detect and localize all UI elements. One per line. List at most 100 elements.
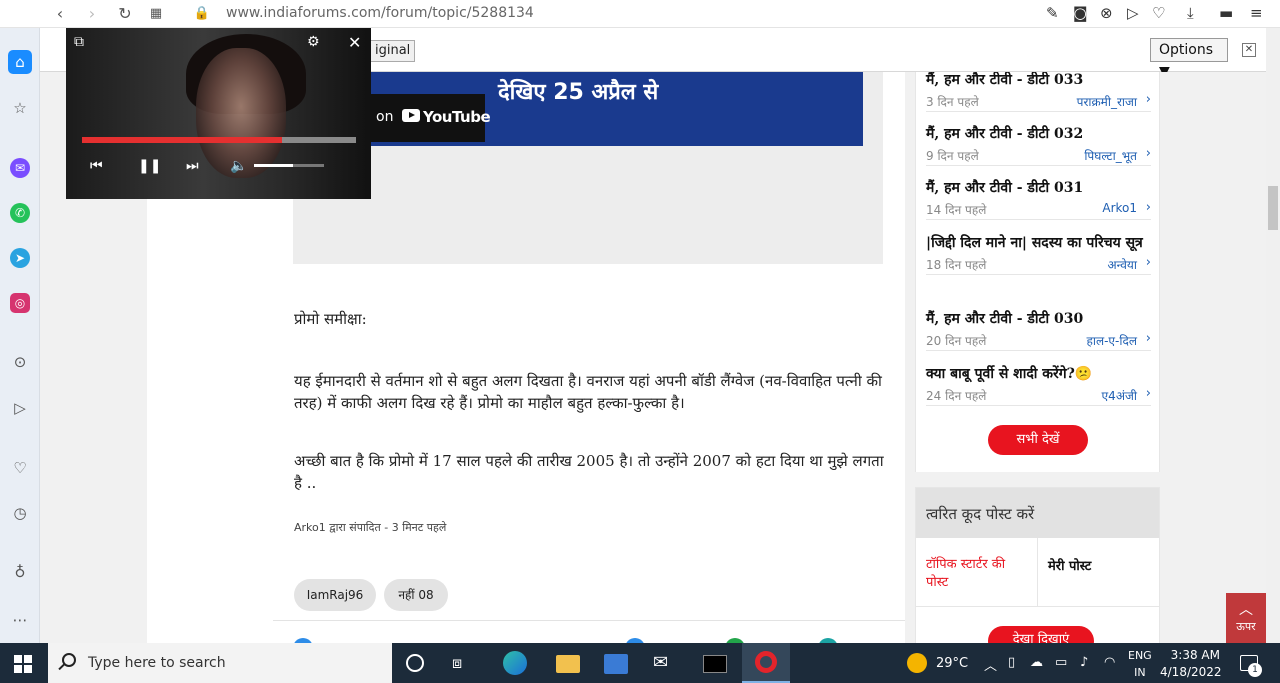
speed-dial-icon[interactable]: ☆ [8, 96, 32, 120]
windows-start-icon[interactable] [14, 655, 32, 673]
whatsapp-icon[interactable]: ✆ [10, 203, 30, 223]
tag-chip[interactable]: नहीं 08 [384, 579, 448, 611]
back-icon[interactable]: ‹ [50, 4, 70, 24]
chevron-right-icon[interactable]: › [1146, 92, 1151, 107]
show-original-button[interactable]: iginal [370, 40, 416, 62]
history-icon[interactable]: ◷ [8, 501, 32, 525]
store-icon[interactable] [604, 654, 628, 674]
task-view-icon[interactable]: ⧈ [452, 651, 476, 675]
volume-slider[interactable] [254, 164, 324, 167]
topic-title[interactable]: मैं, हम और टीवी - डीटी 031 [926, 178, 1151, 199]
show-posts-button[interactable]: देखा दिखाएं [988, 626, 1094, 643]
opera-taskbar-button[interactable] [742, 643, 790, 683]
telegram-icon[interactable]: ➤ [10, 248, 30, 268]
file-explorer-icon[interactable] [556, 655, 580, 673]
topic-title[interactable]: मैं, हम और टीवी - डीटी 032 [926, 124, 1151, 145]
tab-topic-starter[interactable]: टॉपिक स्टार्टर की पोस्ट [916, 538, 1038, 606]
battery-icon[interactable]: ▬ [1219, 4, 1233, 22]
flow-icon[interactable]: ▷ [8, 396, 32, 420]
cortana-icon[interactable] [406, 654, 424, 672]
taskbar-search-box[interactable]: Type here to search [48, 643, 392, 683]
chevron-right-icon[interactable]: › [1146, 146, 1151, 161]
topic-title[interactable]: मैं, हम और टीवी - डीटी 030 [926, 309, 1151, 330]
reload-icon[interactable]: ↻ [115, 4, 135, 24]
messenger-icon[interactable]: ✉ [10, 158, 30, 178]
clock[interactable]: 3:38 AM 4/18/2022 [1160, 647, 1222, 681]
divider [273, 620, 905, 621]
adblock-icon[interactable]: ⊗ [1100, 4, 1113, 22]
language-indicator[interactable]: ENG IN [1128, 647, 1152, 681]
youtube-icon [402, 109, 420, 122]
list-item[interactable]: क्या बाबू पूर्वी से शादी करेंगे?😕 24 दिन… [926, 364, 1151, 406]
volume-level [254, 164, 293, 167]
page-scrollbar[interactable] [1266, 28, 1280, 643]
scrollbar-thumb[interactable] [1268, 186, 1278, 230]
embedded-video-area: देखिए 25 अप्रैल से on YouTube [293, 72, 883, 264]
heart-icon[interactable]: ♡ [1152, 4, 1165, 22]
wifi-icon[interactable]: ◠ [1104, 655, 1115, 670]
previous-track-icon[interactable]: ⏮ [90, 158, 103, 174]
volume-icon[interactable]: 🔈 [230, 158, 247, 174]
more-icon[interactable]: ⋯ [8, 608, 32, 632]
phone-icon[interactable]: ▯ [1008, 655, 1015, 670]
scroll-top-button[interactable]: ︿ ऊपर [1226, 593, 1266, 643]
forward-icon[interactable]: › [82, 4, 102, 24]
see-all-button[interactable]: सभी देखें [988, 425, 1088, 455]
watch-on-youtube-button[interactable]: on YouTube [368, 94, 491, 142]
close-icon[interactable]: ✕ [348, 33, 361, 52]
cloud-icon[interactable]: ☁ [1030, 655, 1043, 670]
lang-region: IN [1134, 666, 1146, 679]
topic-author[interactable]: पिघल्टा_भूत [1084, 147, 1137, 164]
chevron-up-icon[interactable]: ︿ [984, 655, 997, 674]
volume-icon[interactable]: ♪ [1080, 655, 1088, 670]
close-translate-button[interactable]: ✕ [1242, 43, 1256, 57]
gear-icon[interactable]: ⚙ [307, 34, 320, 50]
chevron-right-icon[interactable]: › [1146, 386, 1151, 401]
chevron-right-icon[interactable]: › [1146, 255, 1151, 270]
translate-options-button[interactable]: Options ▼ [1150, 38, 1228, 80]
edge-icon[interactable] [503, 651, 527, 675]
chevron-right-icon[interactable]: › [1146, 331, 1151, 346]
popout-back-icon[interactable]: ⧉ [74, 34, 84, 50]
camera-icon[interactable]: ◙ [1073, 4, 1088, 22]
weather-icon[interactable] [907, 653, 927, 673]
topic-author[interactable]: अन्वेया [1108, 256, 1138, 273]
tabs-grid-icon[interactable]: ▦ [146, 4, 166, 24]
battery-icon[interactable]: ▭ [1055, 655, 1067, 670]
topic-title[interactable]: क्या बाबू पूर्वी से शादी करेंगे?😕 [926, 364, 1151, 385]
bookmarks-icon[interactable]: ♡ [8, 456, 32, 480]
list-item[interactable]: |जिद्दी दिल माने ना| सदस्य का परिचय सूत्… [926, 233, 1151, 275]
list-item[interactable]: मैं, हम और टीवी - डीटी 033 3 दिन पहले परा… [926, 72, 1151, 112]
tips-icon[interactable]: ♁ [8, 560, 32, 584]
youtube-wordmark: YouTube [423, 108, 491, 126]
temperature[interactable]: 29°C [936, 656, 968, 671]
mail-icon[interactable]: ✉ [653, 651, 677, 675]
tab-my-posts[interactable]: मेरी पोस्ट [1048, 556, 1091, 574]
topic-author[interactable]: पराक्रमी_राजा [1077, 93, 1137, 110]
terminal-icon[interactable] [703, 655, 727, 673]
list-item[interactable]: मैं, हम और टीवी - डीटी 032 9 दिन पहले पिघ… [926, 124, 1151, 166]
next-track-icon[interactable]: ⏭ [186, 158, 199, 174]
topic-title[interactable]: |जिद्दी दिल माने ना| सदस्य का परिचय सूत्… [926, 233, 1151, 254]
topic-title[interactable]: मैं, हम और टीवी - डीटी 033 [926, 72, 1151, 91]
home-icon[interactable]: ⌂ [8, 50, 32, 74]
pause-icon[interactable]: ❚❚ [138, 158, 161, 174]
instagram-icon[interactable]: ◎ [10, 293, 30, 313]
player-icon[interactable]: ⊙ [8, 350, 32, 374]
download-icon[interactable]: ⤓ [1187, 4, 1194, 22]
video-progress-bar[interactable] [82, 137, 356, 143]
lock-icon[interactable]: 🔒 [192, 4, 212, 24]
topic-author[interactable]: ए4अंजी [1102, 387, 1137, 404]
list-item[interactable]: मैं, हम और टीवी - डीटी 030 20 दिन पहले हा… [926, 309, 1151, 351]
post-paragraph: यह ईमानदारी से वर्तमान शो से बहुत अलग दि… [294, 372, 882, 412]
chevron-right-icon[interactable]: › [1146, 200, 1151, 215]
topic-author[interactable]: Arko1 [1102, 201, 1137, 215]
tag-chip[interactable]: IamRaj96 [294, 579, 376, 611]
menu-icon[interactable]: ≡ [1250, 4, 1263, 22]
send-icon[interactable]: ▷ [1127, 4, 1139, 22]
video-popout-player[interactable]: ⧉ ⚙ ✕ ⏮ ❚❚ ⏭ 🔈 [66, 28, 371, 199]
list-item[interactable]: मैं, हम और टीवी - डीटी 031 14 दिन पहले Ar… [926, 178, 1151, 220]
address-bar[interactable]: www.indiaforums.com/forum/topic/5288134 [226, 5, 534, 21]
topic-author[interactable]: हाल-ए-दिल [1086, 332, 1137, 349]
edit-icon[interactable]: ✎ [1046, 4, 1059, 22]
